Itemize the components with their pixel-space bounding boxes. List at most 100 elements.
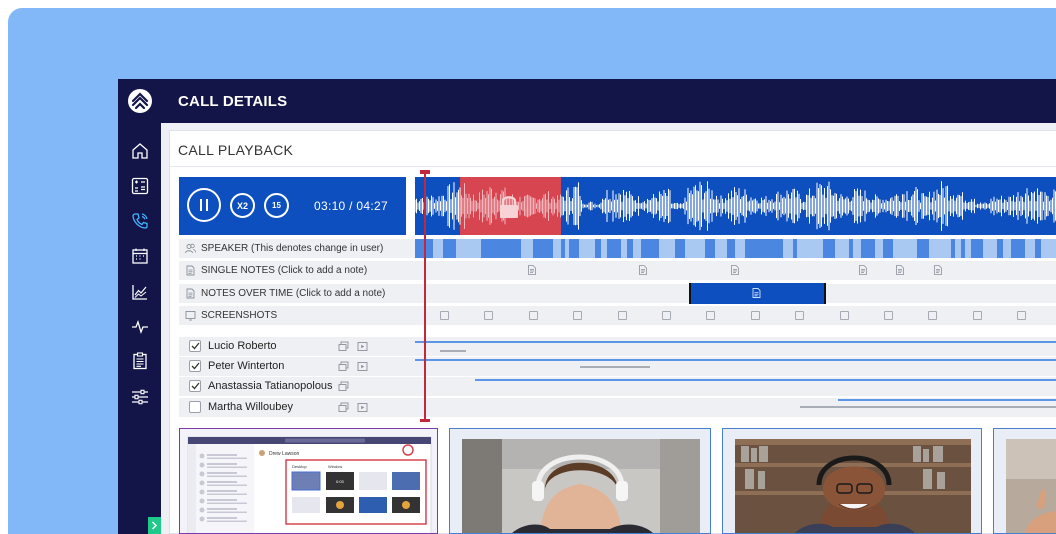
screenshot-marker-icon[interactable] bbox=[440, 311, 449, 320]
screenshot-marker-icon[interactable] bbox=[928, 311, 938, 320]
speaker-segment bbox=[595, 239, 601, 258]
home-icon bbox=[132, 143, 148, 159]
playhead[interactable] bbox=[424, 172, 426, 422]
screenshot-marker-icon[interactable] bbox=[706, 311, 716, 320]
participant-checkbox[interactable] bbox=[189, 360, 201, 372]
screenshot-thumbnail[interactable]: Drew Lawson Desktop Window 0:03 bbox=[179, 428, 438, 534]
calculator-icon bbox=[131, 177, 149, 195]
screen-share-icon[interactable] bbox=[338, 402, 349, 413]
video-icon[interactable] bbox=[357, 341, 368, 352]
sidebar-item-settings[interactable] bbox=[129, 386, 151, 408]
speaker-segment bbox=[823, 239, 835, 258]
speaker-label: SPEAKER bbox=[201, 243, 249, 254]
sidebar-item-dashboard[interactable] bbox=[129, 175, 151, 197]
waveform-track[interactable] bbox=[414, 177, 1056, 235]
video-thumbnail[interactable] bbox=[449, 428, 711, 534]
note-marker-icon[interactable] bbox=[639, 265, 647, 275]
app-logo[interactable] bbox=[118, 79, 161, 123]
speaker-segment bbox=[481, 239, 521, 258]
pulse-icon bbox=[132, 320, 148, 334]
sidebar-item-calls[interactable] bbox=[129, 210, 151, 232]
screenshot-marker-icon[interactable] bbox=[528, 311, 538, 320]
participant-video bbox=[462, 439, 700, 533]
note-marker-icon[interactable] bbox=[528, 265, 536, 275]
screenshot-marker-icon[interactable] bbox=[795, 311, 805, 320]
waveform bbox=[414, 177, 1056, 235]
speaker-segment bbox=[607, 239, 621, 258]
screenshot-marker-icon[interactable] bbox=[573, 311, 583, 320]
single-notes-label: SINGLE NOTES bbox=[201, 265, 275, 276]
sidebar-expand-button[interactable] bbox=[148, 517, 161, 534]
page-title: CALL DETAILS bbox=[161, 79, 1056, 123]
screenshot-marker-icon[interactable] bbox=[972, 311, 982, 320]
speaker-segment bbox=[641, 239, 659, 258]
clipboard-icon bbox=[133, 352, 147, 370]
sidebar-item-analytics[interactable] bbox=[129, 281, 151, 303]
chevron-right-icon bbox=[151, 521, 158, 530]
participant-row: Peter Winterton bbox=[179, 357, 1056, 376]
participant-name: Lucio Roberto bbox=[208, 340, 277, 352]
note-icon bbox=[186, 288, 195, 299]
screen-share-icon[interactable] bbox=[338, 381, 349, 392]
speaker-segment bbox=[971, 239, 983, 258]
note-range-selection[interactable] bbox=[689, 283, 826, 304]
screenshot-marker-icon[interactable] bbox=[1017, 311, 1027, 320]
check-icon bbox=[191, 382, 200, 390]
screen-share-icon[interactable] bbox=[338, 341, 349, 352]
screenshot-marker-icon[interactable] bbox=[617, 311, 627, 320]
screenshots-track[interactable]: SCREENSHOTS bbox=[179, 306, 1056, 325]
speaker-segment bbox=[917, 239, 929, 258]
video-icon[interactable] bbox=[357, 361, 368, 372]
screenshot-marker-icon[interactable] bbox=[750, 311, 760, 320]
skip-back-label: 15 bbox=[272, 201, 281, 210]
video-thumbnail[interactable] bbox=[722, 428, 982, 534]
speaker-segment bbox=[533, 239, 553, 258]
skip-back-button[interactable]: 15 bbox=[264, 193, 289, 218]
single-notes-track[interactable]: SINGLE NOTES (Click to add a note) bbox=[179, 261, 1056, 280]
note-marker-icon[interactable] bbox=[731, 265, 739, 275]
speaker-hint: (This denotes change in user) bbox=[251, 243, 384, 254]
screenshot-marker-icon[interactable] bbox=[662, 311, 671, 320]
note-marker-icon[interactable] bbox=[859, 265, 867, 275]
participant-checkbox[interactable] bbox=[189, 340, 201, 352]
note-icon bbox=[752, 288, 761, 298]
speaker-segment bbox=[727, 239, 735, 258]
note-icon bbox=[186, 265, 195, 276]
speaker-segment bbox=[561, 239, 565, 258]
note-marker-icon[interactable] bbox=[934, 265, 942, 275]
participant-timeline bbox=[415, 359, 1056, 368]
notes-over-time-label: NOTES OVER TIME bbox=[201, 288, 294, 299]
thumbnail-tab-window: Window bbox=[328, 464, 342, 469]
participant-video bbox=[1006, 439, 1056, 533]
sidebar-item-home[interactable] bbox=[129, 140, 151, 162]
participant-row: Lucio Roberto bbox=[179, 337, 1056, 356]
speaker-segment bbox=[961, 239, 965, 258]
line-chart-icon bbox=[132, 285, 147, 300]
sidebar-item-reports[interactable] bbox=[129, 350, 151, 372]
screen-share-icon[interactable] bbox=[338, 361, 349, 372]
note-marker-icon[interactable] bbox=[896, 265, 904, 275]
sliders-icon bbox=[132, 389, 148, 405]
section-title: CALL PLAYBACK bbox=[178, 142, 294, 158]
speaker-segment bbox=[793, 239, 797, 258]
screenshot-marker-icon[interactable] bbox=[884, 311, 893, 320]
participant-checkbox[interactable] bbox=[189, 401, 201, 413]
notes-over-time-track[interactable]: NOTES OVER TIME (Click to add a note) bbox=[179, 283, 1056, 304]
participant-checkbox[interactable] bbox=[189, 380, 201, 392]
screenshot-marker-icon[interactable] bbox=[484, 311, 494, 320]
video-icon[interactable] bbox=[357, 402, 368, 413]
participant-video bbox=[735, 439, 971, 533]
pause-button[interactable] bbox=[187, 188, 221, 222]
speaker-segment bbox=[627, 239, 633, 258]
participant-name: Anastassia Tatianopolous bbox=[208, 380, 333, 392]
speed-button[interactable]: X2 bbox=[230, 193, 255, 218]
video-thumbnail[interactable] bbox=[993, 428, 1056, 534]
sidebar-item-calendar[interactable] bbox=[129, 245, 151, 267]
check-icon bbox=[191, 362, 200, 370]
sidebar-item-activity[interactable] bbox=[129, 316, 151, 338]
pause-icon bbox=[200, 199, 208, 211]
speaker-change-bar bbox=[415, 239, 1056, 258]
screenshot-marker-icon[interactable] bbox=[839, 311, 849, 320]
screenshot-icon bbox=[185, 311, 196, 321]
speaker-segment bbox=[861, 239, 875, 258]
